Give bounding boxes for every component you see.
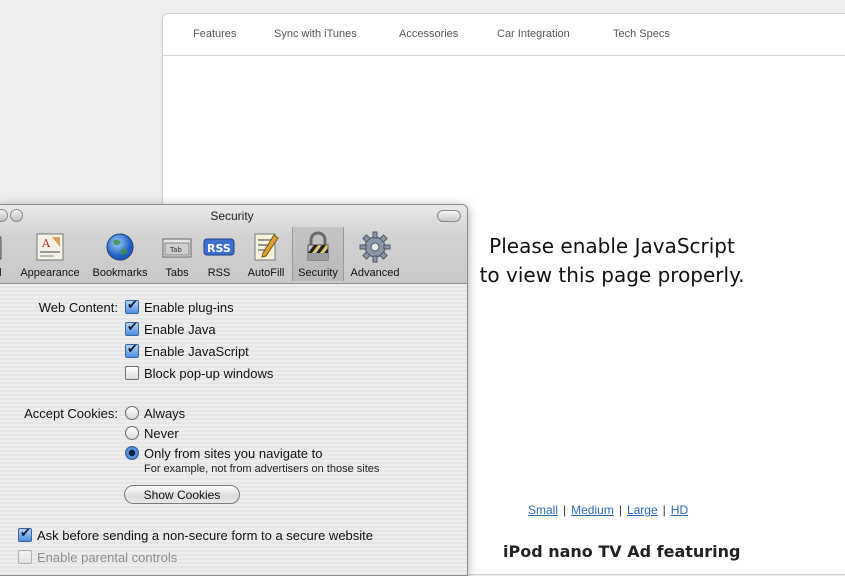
- cookies-never-radio[interactable]: [125, 426, 139, 440]
- block-popups-checkbox[interactable]: [125, 366, 139, 380]
- javascript-notice-line-2: to view this page properly.: [479, 263, 745, 287]
- toolbar-item-label: Appearance: [20, 267, 80, 279]
- toolbar-toggle-icon[interactable]: [437, 210, 461, 222]
- cookies-note: For example, not from advertisers on tho…: [144, 463, 380, 475]
- size-link-small[interactable]: Small: [528, 503, 558, 517]
- enable-plugins-option[interactable]: Enable plug-ins: [125, 298, 234, 315]
- enable-plugins-checkbox[interactable]: [125, 298, 139, 314]
- nav-link-car-integration[interactable]: Car Integration: [497, 28, 570, 40]
- toolbar-item-label: Security: [298, 267, 338, 279]
- size-link-medium[interactable]: Medium: [571, 503, 614, 517]
- cookies-always-label: Always: [144, 406, 186, 421]
- separator: |: [662, 503, 666, 517]
- tabs-icon: Tab: [161, 231, 193, 263]
- cookies-never-option[interactable]: Never: [125, 426, 179, 441]
- toolbar-item-autofill[interactable]: AutoFill: [242, 227, 290, 281]
- cookies-navigated-option[interactable]: Only from sites you navigate to: [125, 446, 322, 461]
- toolbar-item-tabs[interactable]: Tab Tabs: [157, 227, 197, 281]
- video-size-links: Small | Medium | Large | HD: [528, 503, 688, 517]
- toolbar-item-rss[interactable]: RSS RSS: [200, 227, 238, 281]
- preferences-content: Web Content: Enable plug-ins Enable Java…: [0, 284, 467, 575]
- appearance-icon: A: [34, 231, 66, 263]
- block-popups-label: Block pop-up windows: [144, 366, 274, 381]
- cookies-never-label: Never: [144, 426, 179, 441]
- toolbar-item-label: Bookmarks: [92, 267, 148, 279]
- size-link-hd[interactable]: HD: [671, 503, 688, 517]
- window-titlebar[interactable]: Security al A Appearance: [0, 205, 467, 284]
- enable-javascript-checkbox[interactable]: [125, 342, 139, 358]
- toolbar-item-label: AutoFill: [247, 267, 285, 279]
- gear-icon: [359, 231, 391, 263]
- ask-before-option[interactable]: Ask before sending a non-secure form to …: [18, 526, 374, 543]
- rss-icon-text: RSS: [207, 242, 231, 255]
- cookies-navigated-radio[interactable]: [125, 446, 139, 460]
- nav-link-sync-itunes[interactable]: Sync with iTunes: [274, 28, 357, 40]
- cookies-always-radio[interactable]: [125, 406, 139, 420]
- enable-plugins-label: Enable plug-ins: [144, 300, 234, 315]
- toolbar-item-general[interactable]: al: [0, 227, 7, 281]
- toolbar-item-label: al: [0, 267, 7, 279]
- web-content-label: Web Content:: [38, 300, 118, 315]
- tabs-icon-text: Tab: [169, 246, 182, 254]
- toolbar-item-label: RSS: [207, 267, 231, 279]
- general-icon: [0, 231, 3, 263]
- svg-text:A: A: [41, 237, 51, 250]
- window-title: Security: [210, 209, 254, 223]
- cookies-always-option[interactable]: Always: [125, 406, 185, 421]
- parental-controls-option[interactable]: Enable parental controls: [18, 550, 177, 565]
- toolbar-item-label: Advanced: [350, 267, 400, 279]
- separator: |: [618, 503, 622, 517]
- cookies-navigated-label: Only from sites you navigate to: [144, 446, 323, 461]
- separator: |: [563, 503, 567, 517]
- enable-javascript-option[interactable]: Enable JavaScript: [125, 342, 249, 359]
- toolbar-item-bookmarks[interactable]: Bookmarks: [88, 227, 152, 281]
- accept-cookies-label: Accept Cookies:: [24, 406, 118, 421]
- lock-icon: [302, 231, 334, 263]
- toolbar-item-appearance[interactable]: A Appearance: [17, 227, 83, 281]
- enable-java-label: Enable Java: [144, 322, 216, 337]
- nav-link-accessories[interactable]: Accessories: [399, 28, 458, 40]
- ask-before-label: Ask before sending a non-secure form to …: [37, 528, 374, 543]
- parental-controls-label: Enable parental controls: [37, 550, 178, 565]
- nav-link-tech-specs[interactable]: Tech Specs: [613, 28, 670, 40]
- security-preferences-window: Security al A Appearance: [0, 204, 468, 576]
- toolbar-item-label: Tabs: [165, 267, 189, 279]
- ask-before-checkbox[interactable]: [18, 526, 32, 542]
- rss-icon: RSS: [203, 231, 235, 263]
- ad-title: iPod nano TV Ad featuring: [503, 542, 741, 561]
- product-nav-bar: Features Sync with iTunes Accessories Ca…: [163, 14, 845, 56]
- toolbar-item-security[interactable]: Security: [292, 227, 344, 281]
- globe-icon: [104, 231, 136, 263]
- enable-javascript-label: Enable JavaScript: [144, 344, 249, 359]
- nav-link-features[interactable]: Features: [193, 28, 236, 40]
- javascript-notice-line-1: Please enable JavaScript: [489, 234, 735, 258]
- enable-java-option[interactable]: Enable Java: [125, 320, 216, 337]
- block-popups-option[interactable]: Block pop-up windows: [125, 366, 273, 381]
- toolbar-item-advanced[interactable]: Advanced: [346, 227, 404, 281]
- size-link-large[interactable]: Large: [627, 503, 658, 517]
- show-cookies-button[interactable]: Show Cookies: [124, 485, 240, 504]
- javascript-notice: Please enable JavaScript to view this pa…: [472, 232, 752, 290]
- enable-java-checkbox[interactable]: [125, 320, 139, 336]
- autofill-icon: [250, 231, 282, 263]
